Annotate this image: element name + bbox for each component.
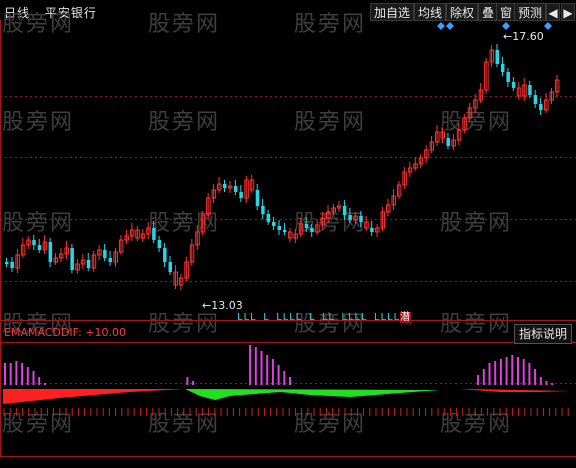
candle-body: [277, 226, 281, 230]
candle-body: [5, 262, 9, 264]
candle-body: [223, 184, 227, 188]
grid-lines: [0, 96, 576, 384]
candle-body: [239, 192, 243, 198]
candle-body: [266, 214, 271, 222]
candle-body: [108, 258, 113, 262]
candle-body: [506, 72, 510, 82]
candle-body: [359, 216, 363, 222]
candle-body: [533, 95, 538, 104]
candle-body: [10, 262, 14, 268]
high-price-label: 17.60: [512, 30, 544, 43]
candle-body: [511, 82, 516, 88]
candle-body: [233, 186, 238, 192]
signal-markers: [437, 22, 552, 30]
candle-body: [261, 206, 265, 214]
candle-body: [495, 50, 499, 64]
signal-strip: LLL L LLLL L LL LLLL LLLL潜: [237, 308, 411, 323]
candle-body: [32, 240, 36, 245]
candle-body: [342, 206, 347, 215]
candle-body: [37, 245, 42, 250]
candle-body: [539, 104, 543, 110]
indicator-positive-area: [3, 389, 185, 404]
candlestick-chart[interactable]: [0, 0, 576, 468]
candle-body: [163, 248, 167, 262]
stock-chart-window: 日线 平安银行 加自选 均线 除权 叠 窗 预测 ◀ ▶ 股旁网 股旁网 股旁网…: [0, 0, 576, 468]
candle-body: [304, 224, 309, 228]
indicator-negative-area: [185, 389, 440, 400]
candle-body: [500, 64, 505, 72]
candle-body: [168, 262, 172, 272]
signal-diamond-icon: [544, 22, 552, 30]
tick-row: [3, 408, 569, 416]
candle-body: [348, 215, 352, 220]
signal-diamond-icon: [437, 22, 445, 30]
candle-body: [446, 138, 450, 146]
signal-diamond-icon: [502, 22, 510, 30]
candle-body: [157, 240, 162, 248]
signal-diamond-icon: [446, 22, 454, 30]
indicator-explain-button[interactable]: 指标说明: [513, 324, 572, 344]
candle-body: [255, 190, 260, 206]
candle-body: [103, 250, 107, 258]
signal-tail: 潜: [400, 312, 411, 323]
candle-body: [70, 248, 74, 270]
signal-text: LLL L LLLL L LL LLLL LLLL: [237, 312, 401, 323]
candle-body: [282, 230, 287, 232]
candle-body: [272, 222, 276, 226]
candle-body: [528, 85, 532, 95]
candle-body: [152, 228, 156, 240]
indicator-bars: [3, 345, 570, 404]
indicator-label: EMAMACDDIF: +10.00: [4, 326, 127, 339]
indicator-positive-area: [460, 389, 570, 392]
candles: [5, 44, 560, 290]
candle-body: [48, 242, 53, 262]
candle-body: [310, 228, 314, 232]
high-price-annotation: ←17.60: [503, 30, 544, 43]
candle-body: [370, 228, 374, 232]
candle-body: [86, 260, 91, 268]
